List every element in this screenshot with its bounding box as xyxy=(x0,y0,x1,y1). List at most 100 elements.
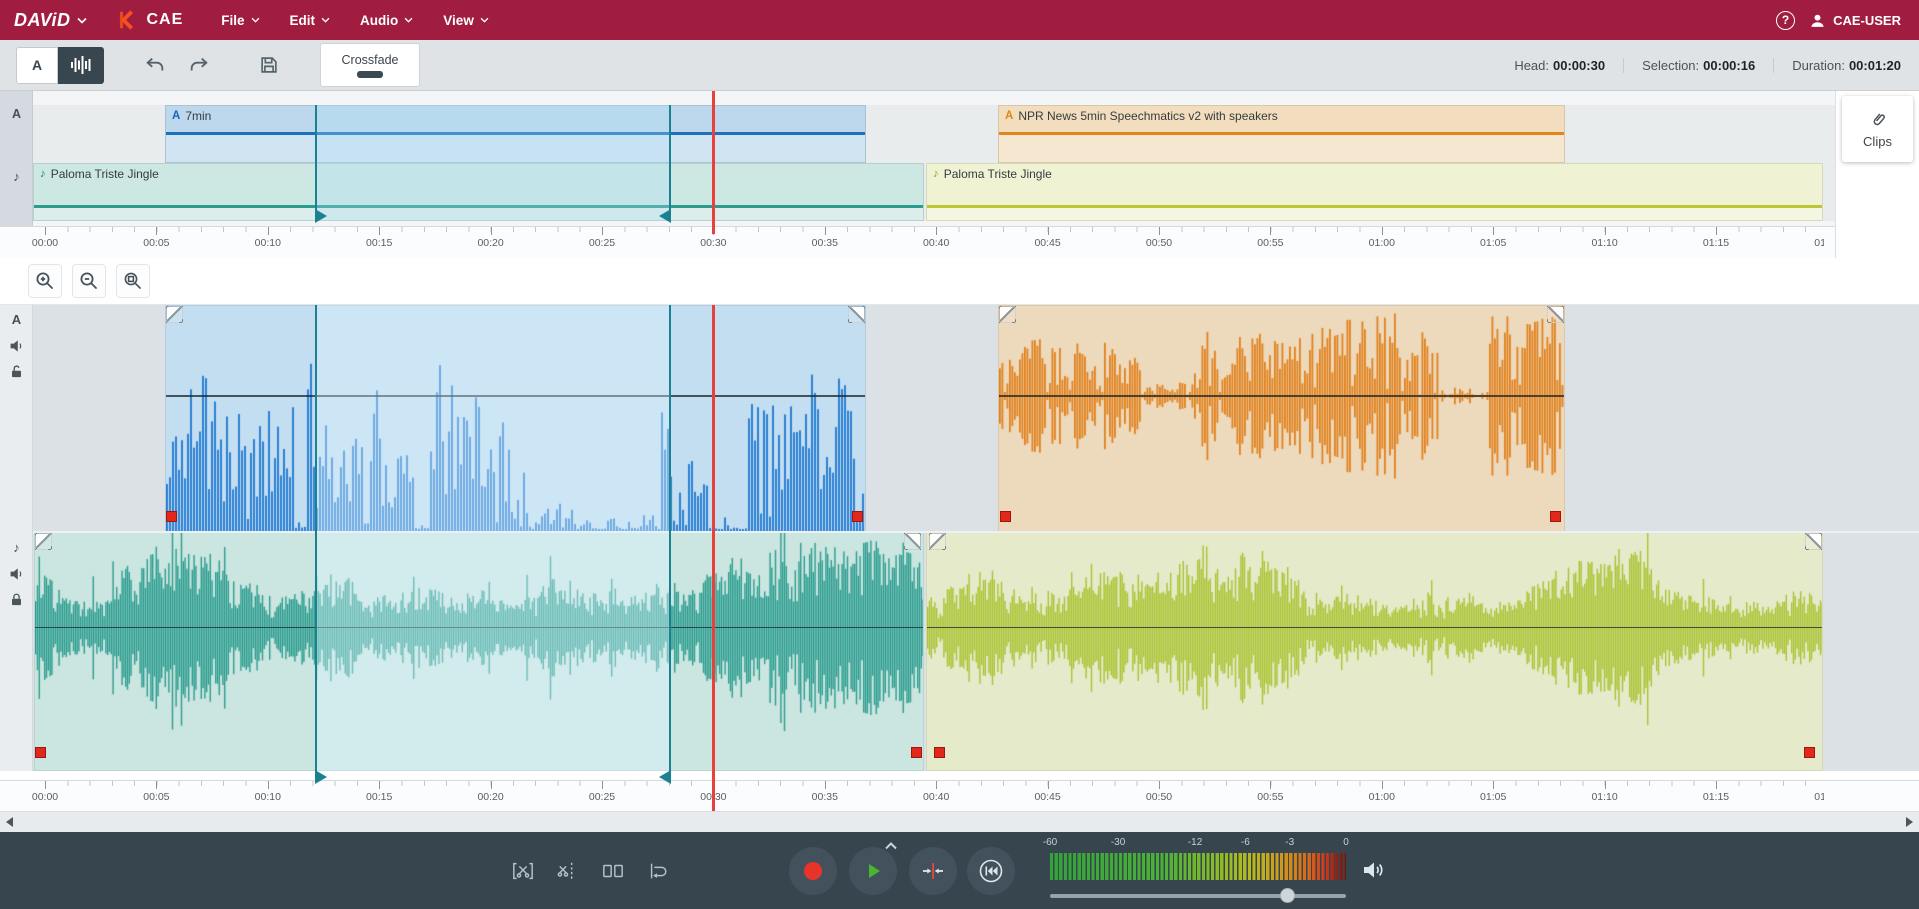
chevron-down-icon xyxy=(404,17,413,23)
menubar-right: ? CAE-USER xyxy=(1776,11,1919,30)
menu-file-label: File xyxy=(221,13,244,28)
crossfade-button[interactable]: Crossfade xyxy=(320,43,420,87)
fade-in-handle[interactable] xyxy=(929,533,946,550)
cut-selection-button[interactable] xyxy=(511,860,535,885)
overview-playhead[interactable] xyxy=(712,91,715,234)
play-options-caret[interactable] xyxy=(884,838,898,853)
save-icon xyxy=(258,54,280,76)
zoom-fit-icon xyxy=(122,270,144,292)
menu-view-label: View xyxy=(443,13,474,28)
clip-end-marker[interactable] xyxy=(1804,747,1815,758)
clip-npr[interactable] xyxy=(998,305,1565,532)
waveform-mode-button[interactable] xyxy=(58,47,104,84)
play-button[interactable] xyxy=(849,847,897,895)
horizontal-scrollbar[interactable] xyxy=(0,811,1919,832)
duration-time: Duration:00:01:20 xyxy=(1773,58,1919,73)
redo-button[interactable] xyxy=(184,50,214,80)
zero-line xyxy=(999,395,1564,397)
fade-out-handle[interactable] xyxy=(1805,533,1822,550)
track-music-speaker-icon[interactable] xyxy=(0,566,33,582)
menu-edit[interactable]: Edit xyxy=(290,13,331,28)
menu-file[interactable]: File xyxy=(221,13,259,28)
fade-out-handle[interactable] xyxy=(848,306,865,323)
timeline-overview: A ♪ A 7min A NPR News 5min Speechmatics … xyxy=(0,91,1919,258)
overview-clip-jingle-2[interactable]: ♪ Paloma Triste Jingle xyxy=(926,163,1823,221)
volume-slider-thumb[interactable] xyxy=(1280,888,1295,903)
time-info: Head:00:00:30 Selection:00:00:16 Duratio… xyxy=(1496,40,1919,90)
track-a-speaker-icon[interactable] xyxy=(0,338,33,354)
clip-jingle-2[interactable] xyxy=(926,532,1823,771)
zoom-fit-button[interactable] xyxy=(116,264,150,298)
clip-end-marker[interactable] xyxy=(1550,511,1561,522)
main-ruler[interactable]: 00:0000:0500:1000:1500:2000:2500:3000:35… xyxy=(0,780,1919,811)
overview-ruler[interactable]: 00:0000:0500:1000:1500:2000:2500:3000:35… xyxy=(0,226,1835,258)
help-button[interactable]: ? xyxy=(1776,11,1795,30)
user-menu[interactable]: CAE-USER xyxy=(1809,12,1901,29)
crossfade-label: Crossfade xyxy=(342,53,399,67)
waveform-npr-canvas xyxy=(999,306,1564,531)
zoom-in-button[interactable] xyxy=(28,264,62,298)
fade-out-handle[interactable] xyxy=(1547,306,1564,323)
clip-name: Paloma Triste Jingle xyxy=(51,167,159,181)
meter-scale-label: -30 xyxy=(1111,837,1125,848)
meter-scale-label: -12 xyxy=(1188,837,1202,848)
clip-end-marker[interactable] xyxy=(852,511,863,522)
revert-edit-button[interactable] xyxy=(646,860,670,885)
scroll-right-button[interactable] xyxy=(1906,817,1913,827)
ruler-minor-ticks xyxy=(45,227,1824,232)
track-music-lock-icon[interactable] xyxy=(0,592,33,607)
track-a-unlock-icon[interactable] xyxy=(0,364,33,379)
user-name: CAE-USER xyxy=(1833,13,1901,28)
overview-clip-npr[interactable]: A NPR News 5min Speechmatics v2 with spe… xyxy=(998,105,1565,163)
selection-start-marker[interactable] xyxy=(315,209,327,223)
overview-selection-region[interactable] xyxy=(315,105,671,221)
speaker-icon xyxy=(1362,859,1386,881)
selection-end-marker[interactable] xyxy=(659,209,671,223)
clips-button[interactable]: Clips xyxy=(1842,96,1913,162)
skip-to-start-button[interactable] xyxy=(967,847,1015,895)
zoom-in-icon xyxy=(34,270,56,292)
zoom-out-icon xyxy=(78,270,100,292)
cut-at-playhead-button[interactable] xyxy=(556,860,580,885)
volume-slider-track[interactable] xyxy=(1050,894,1346,898)
monitor-speaker-button[interactable] xyxy=(1362,859,1386,884)
clip-start-marker[interactable] xyxy=(166,511,177,522)
split-clip-button[interactable] xyxy=(601,860,625,885)
playhead[interactable] xyxy=(712,305,715,811)
record-button[interactable] xyxy=(789,847,837,895)
chevron-up-icon xyxy=(884,842,898,850)
music-note-icon: ♪ xyxy=(40,168,46,180)
clip-end-marker[interactable] xyxy=(911,747,922,758)
split-clip-icon xyxy=(601,860,625,882)
menu-view[interactable]: View xyxy=(443,13,489,28)
selection-end-marker[interactable] xyxy=(659,770,671,784)
menu-audio[interactable]: Audio xyxy=(360,13,413,28)
selection-region[interactable] xyxy=(315,305,671,771)
clip-start-marker[interactable] xyxy=(934,747,945,758)
undo-button[interactable] xyxy=(140,50,170,80)
scroll-left-button[interactable] xyxy=(6,817,13,827)
go-to-playhead-button[interactable] xyxy=(909,847,957,895)
meter-scale-label: -60 xyxy=(1043,837,1057,848)
fade-in-handle[interactable] xyxy=(166,306,183,323)
clip-name: Paloma Triste Jingle xyxy=(944,167,1052,181)
zoom-out-button[interactable] xyxy=(72,264,106,298)
david-logo[interactable]: DAViD xyxy=(14,10,87,31)
save-button[interactable] xyxy=(254,50,284,80)
selection-start-marker[interactable] xyxy=(315,770,327,784)
clip-start-marker[interactable] xyxy=(1000,511,1011,522)
clip-start-marker[interactable] xyxy=(35,747,46,758)
chevron-down-icon xyxy=(251,17,260,23)
track-a-label: A xyxy=(0,312,33,327)
cut-selection-icon xyxy=(511,860,535,882)
audio-clip-icon: A xyxy=(1005,110,1013,122)
fade-in-handle[interactable] xyxy=(999,306,1016,323)
cut-at-playhead-icon xyxy=(556,860,580,882)
waveform-icon xyxy=(70,55,92,75)
chevron-down-icon xyxy=(77,17,87,24)
menu-edit-label: Edit xyxy=(290,13,316,28)
a-mode-button[interactable]: A xyxy=(16,47,58,84)
fade-in-handle[interactable] xyxy=(35,533,52,550)
cae-app: DAViD CAE File Edit Audio View ? CAE-USE… xyxy=(0,0,1919,909)
fade-out-handle[interactable] xyxy=(904,533,921,550)
